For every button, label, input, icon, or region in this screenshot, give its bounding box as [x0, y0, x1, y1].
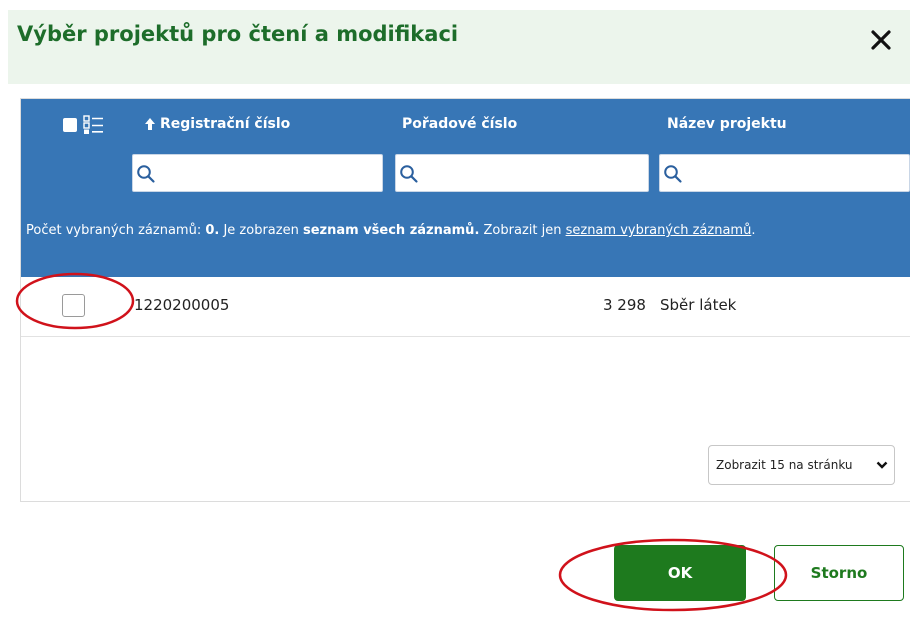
column-header-poradove-cislo[interactable]: Pořadové číslo — [402, 116, 517, 132]
column-header-nazev-projektu[interactable]: Název projektu — [667, 116, 787, 132]
page-size-label: Zobrazit 15 na stránku — [716, 458, 853, 472]
select-all-checkbox[interactable] — [63, 118, 77, 132]
cell-poradove-cislo: 3 298 — [603, 296, 646, 314]
chevron-down-icon — [876, 461, 888, 469]
table-header: Registrační číslo Pořadové číslo Název p… — [21, 99, 910, 277]
search-input-registracni[interactable] — [157, 157, 378, 191]
page-size-select[interactable]: Zobrazit 15 na stránku — [708, 445, 895, 485]
checklist-icon[interactable] — [83, 115, 105, 135]
ok-button[interactable]: OK — [614, 545, 746, 601]
search-poradove-cislo[interactable] — [395, 154, 649, 192]
selected-count: 0. — [205, 223, 220, 238]
row-checkbox[interactable] — [62, 294, 85, 317]
cancel-button[interactable]: Storno — [774, 545, 904, 601]
info-text: Počet vybraných záznamů: — [26, 223, 206, 238]
cell-nazev-projektu: Sběr látek — [660, 296, 737, 314]
table-row[interactable]: 1220200005 3 298 Sběr látek — [21, 277, 910, 337]
search-input-nazev[interactable] — [684, 157, 905, 191]
search-icon — [664, 165, 682, 183]
search-icon — [400, 165, 418, 183]
close-button[interactable] — [866, 25, 896, 55]
sort-ascending-icon[interactable] — [144, 117, 156, 131]
projects-table-panel: Registrační číslo Pořadové číslo Název p… — [20, 98, 910, 502]
search-input-poradove[interactable] — [420, 157, 644, 191]
info-text: Je zobrazen — [219, 223, 303, 238]
search-nazev-projektu[interactable] — [659, 154, 910, 192]
search-registracni-cislo[interactable] — [132, 154, 383, 192]
search-icon — [137, 165, 155, 183]
info-text: . — [751, 223, 756, 238]
info-text: Zobrazit jen — [479, 223, 566, 238]
selection-info: Počet vybraných záznamů: 0. Je zobrazen … — [26, 219, 896, 242]
column-header-registracni-cislo[interactable]: Registrační číslo — [160, 116, 290, 132]
cell-registracni-cislo: 1220200005 — [134, 296, 230, 314]
all-records-label: seznam všech záznamů. — [302, 223, 480, 238]
close-icon — [871, 30, 891, 50]
show-selected-link[interactable]: seznam vybraných záznamů — [566, 223, 752, 238]
dialog-title: Výběr projektů pro čtení a modifikaci — [17, 22, 459, 46]
